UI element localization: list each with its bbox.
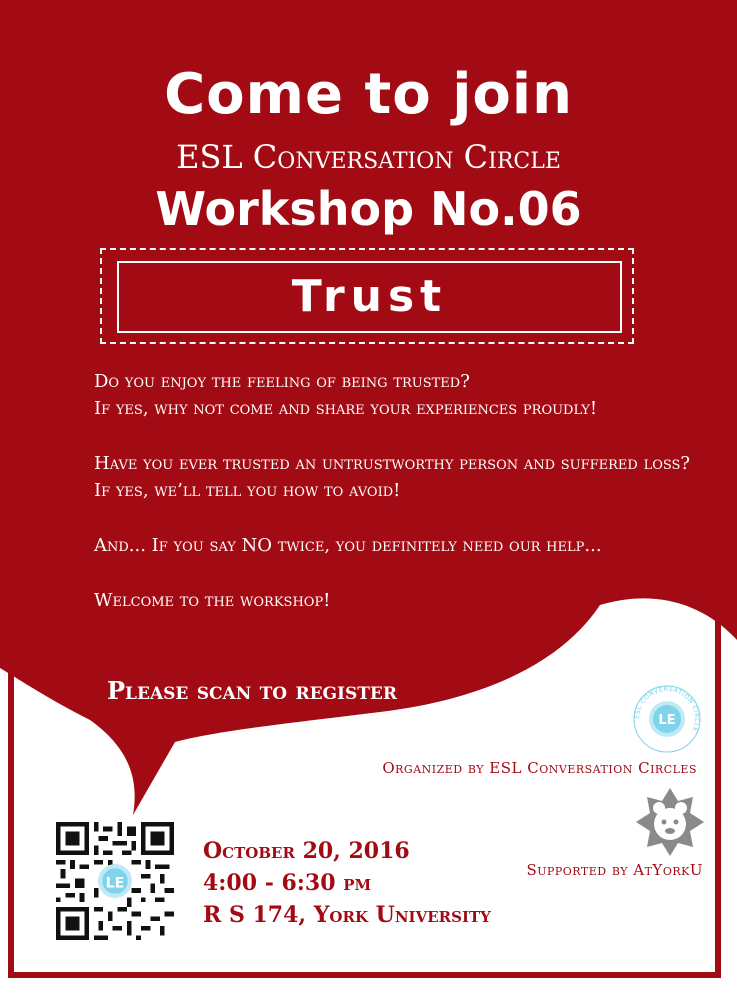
body-line-2: If yes, why not come and share your expe…	[94, 398, 598, 419]
title-esl-conversation-circle: ESL Conversation Circle	[176, 138, 561, 176]
body-line-3: Have you ever trusted an untrustworthy p…	[94, 453, 691, 474]
esl-circle-logo: ESL CONVERSATION CIRCLE LE	[633, 685, 701, 753]
title-workshop-number: Workshop No.06	[155, 182, 582, 236]
title-come-to-join: Come to join	[164, 62, 573, 127]
body-line-1: Do you enjoy the feeling of being truste…	[94, 371, 470, 392]
body-line-6: Welcome to the workshop!	[94, 590, 331, 611]
register-qr-code[interactable]: LE	[56, 822, 174, 940]
event-location: R S 174, York University	[203, 902, 491, 928]
topic-title: Trust	[291, 271, 448, 322]
body-line-5: And... If you say NO twice, you definite…	[94, 535, 602, 556]
atyorku-logo	[636, 788, 704, 856]
poster: Come to join ESL Conversation Circle Wor…	[0, 0, 737, 1000]
event-date: October 20, 2016	[203, 838, 410, 864]
esl-logo-monogram: LE	[658, 713, 675, 728]
qr-center-monogram: LE	[106, 876, 125, 892]
event-time: 4:00 - 6:30 pm	[203, 870, 372, 896]
register-label: Please scan to register	[107, 676, 398, 705]
supported-by-text: Supported by AtYorkU	[526, 861, 703, 879]
body-line-4: If yes, we’ll tell you how to avoid!	[94, 480, 401, 501]
organized-by-text: Organized by ESL Conversation Circles	[382, 759, 697, 777]
